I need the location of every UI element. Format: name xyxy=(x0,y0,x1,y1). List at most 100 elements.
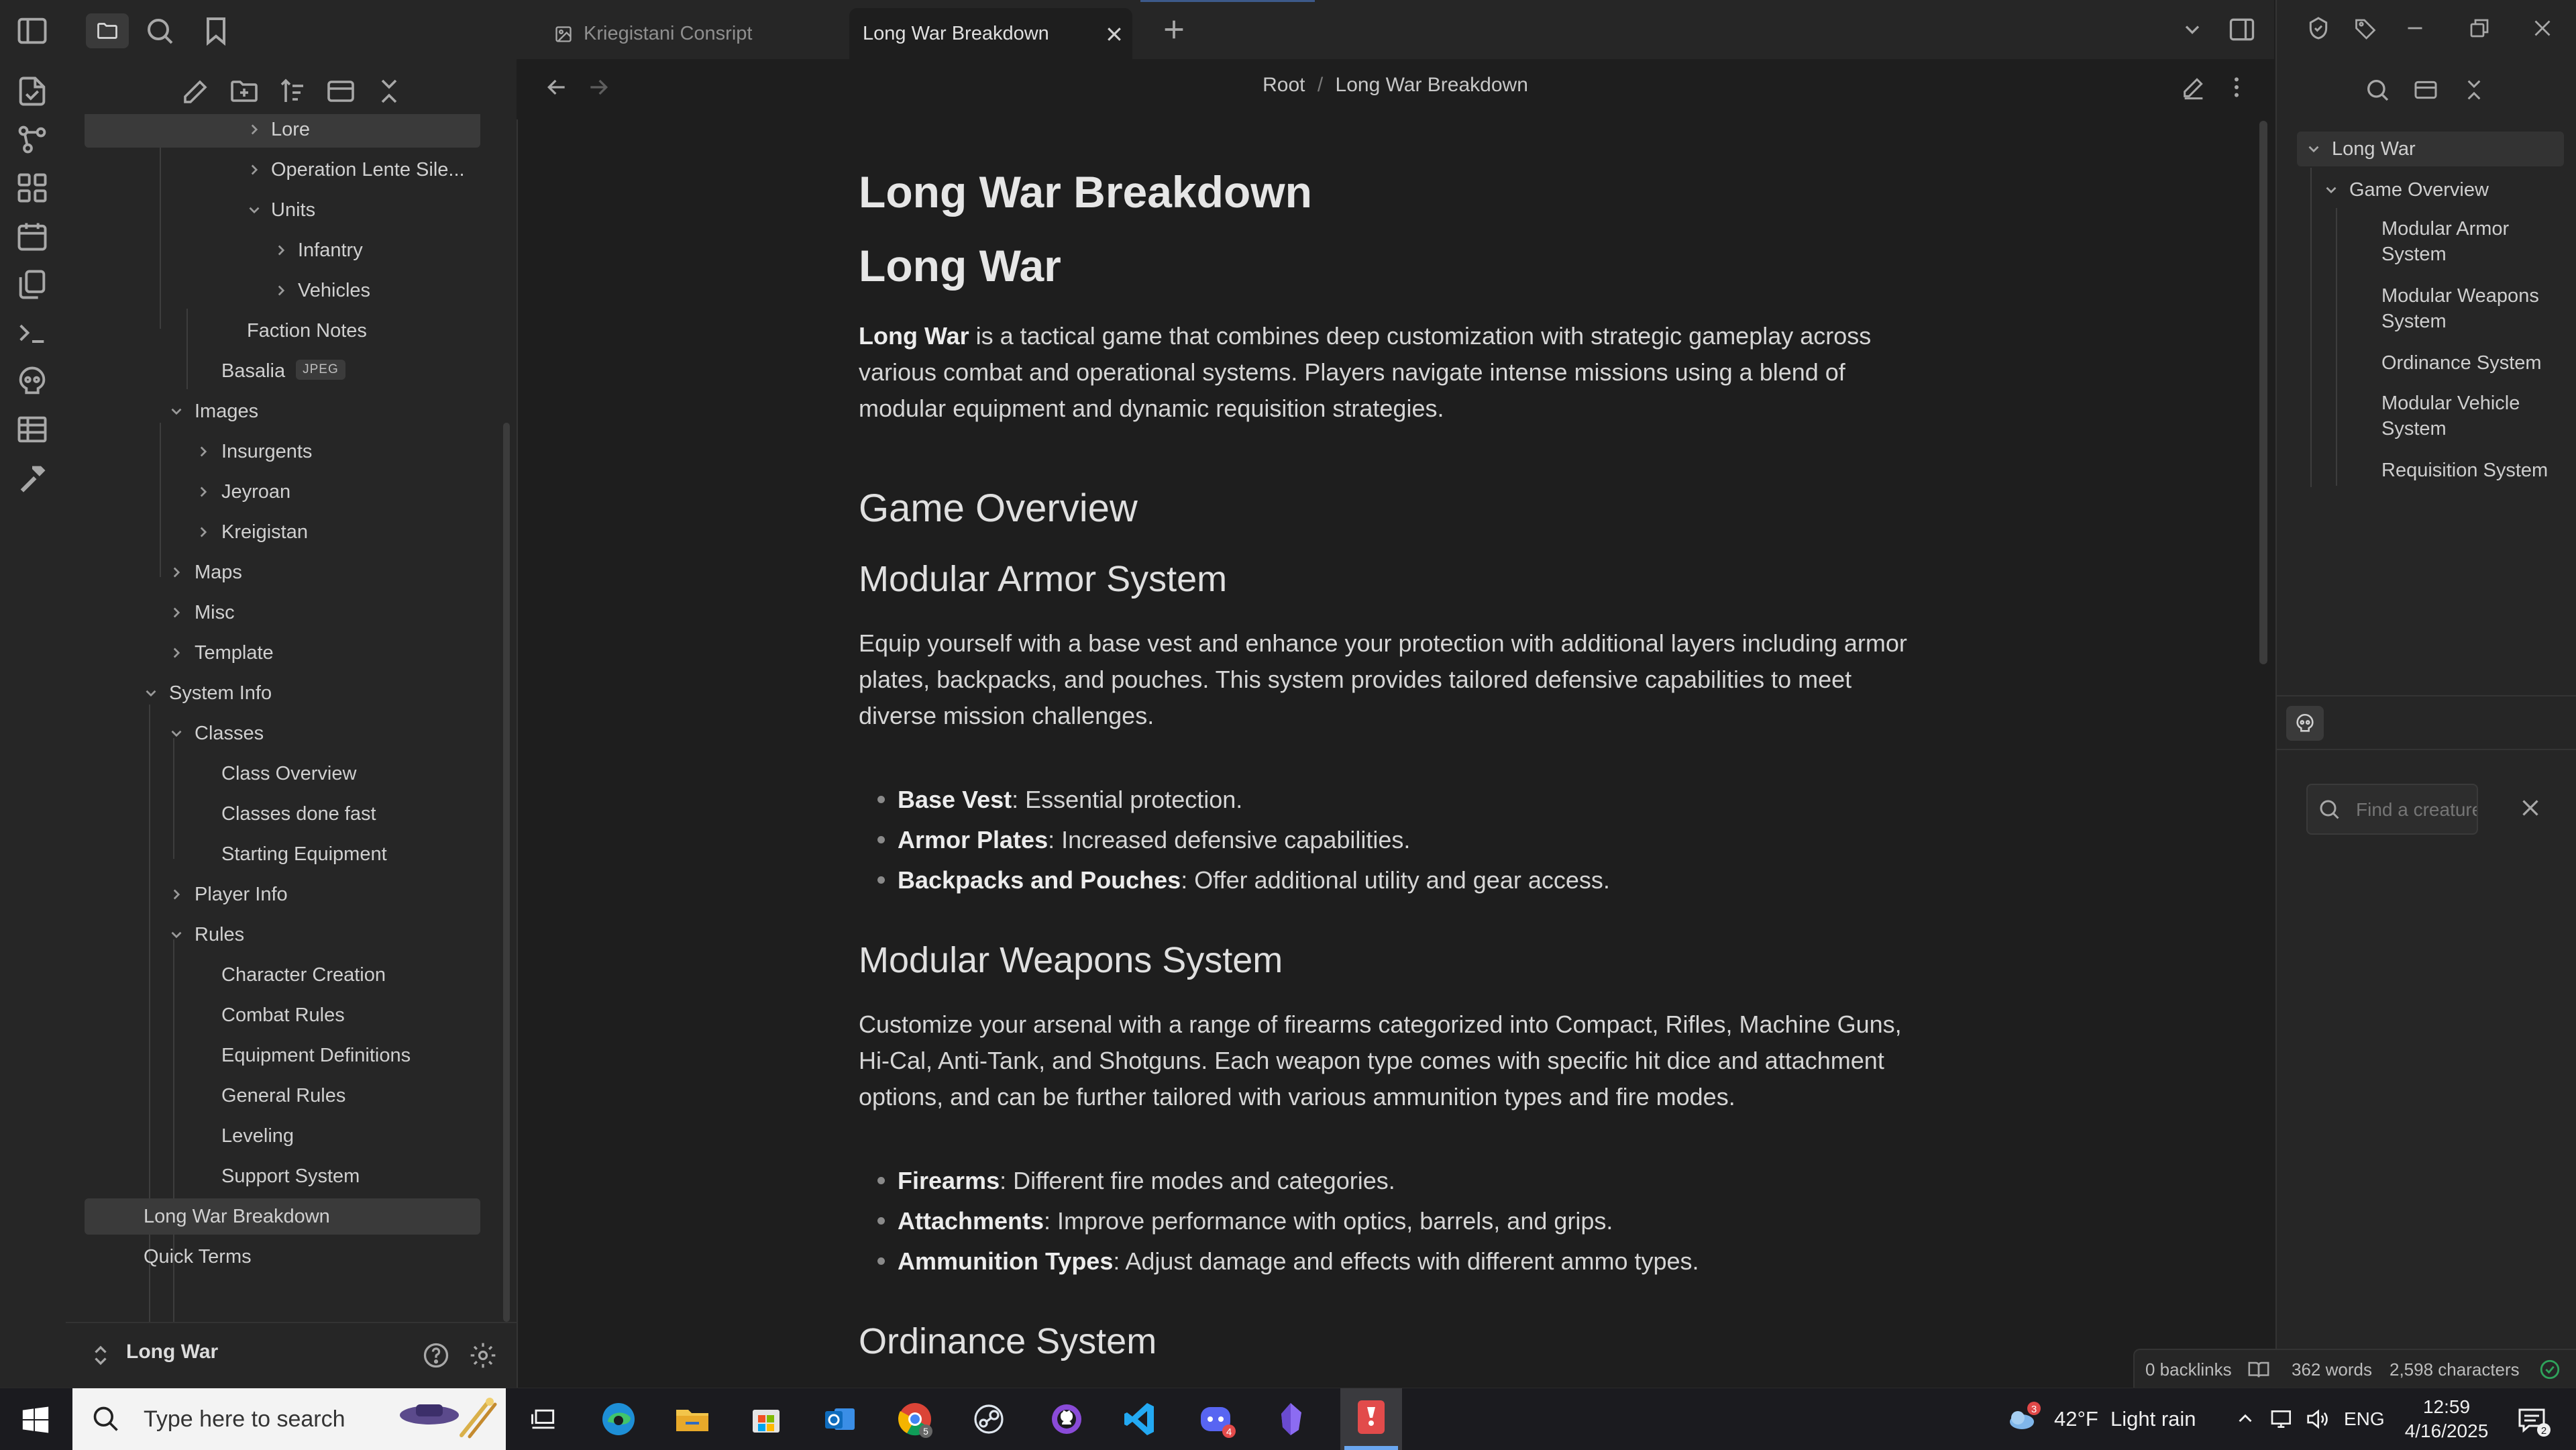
table-icon[interactable] xyxy=(15,412,50,447)
outline-item-game-overview[interactable]: Game Overview xyxy=(2322,173,2564,207)
chevron-up-icon[interactable] xyxy=(2234,1407,2257,1430)
outline-item-long-war[interactable]: Long War xyxy=(2297,132,2564,166)
close-window-icon[interactable] xyxy=(2530,16,2555,40)
tree-folder-operation[interactable]: Operation Lente Sile... xyxy=(85,152,480,188)
restore-icon[interactable] xyxy=(2467,16,2491,40)
tree-file-class-overview[interactable]: Class Overview xyxy=(85,756,480,792)
tree-folder-kreigistan[interactable]: Kreigistan xyxy=(85,514,480,550)
language-indicator[interactable]: ENG xyxy=(2344,1408,2385,1430)
creature-search-input[interactable] xyxy=(2306,784,2478,835)
tab-list-chevron-icon[interactable] xyxy=(2180,17,2204,42)
canvas-icon[interactable] xyxy=(15,170,50,205)
tag-icon[interactable] xyxy=(2353,16,2377,40)
taskbar-search-box[interactable]: Type here to search xyxy=(72,1388,506,1450)
vault-switcher[interactable]: Long War xyxy=(66,1322,517,1389)
tree-file-leveling[interactable]: Leveling xyxy=(85,1118,480,1154)
discord-icon[interactable]: 4 xyxy=(1193,1396,1238,1442)
sync-status-icon[interactable] xyxy=(2538,1358,2561,1381)
chrome-icon[interactable]: 5 xyxy=(892,1396,938,1442)
edge-browser-icon[interactable] xyxy=(596,1396,641,1442)
edit-pencil-icon[interactable] xyxy=(2180,74,2207,101)
notifications-icon[interactable]: 2 xyxy=(2514,1402,2552,1439)
panel-layout-icon[interactable] xyxy=(2412,76,2439,103)
tree-file-starting-equipment[interactable]: Starting Equipment xyxy=(85,836,480,872)
sort-icon[interactable] xyxy=(276,75,309,107)
network-icon[interactable] xyxy=(2269,1406,2296,1433)
tab-long-war-breakdown[interactable]: Long War Breakdown xyxy=(849,8,1132,59)
gear-icon[interactable] xyxy=(468,1341,498,1370)
weather-description[interactable]: Light rain xyxy=(2110,1407,2196,1431)
tab-kriegistani-consript[interactable]: Kriegistani Consript xyxy=(530,8,845,59)
tree-file-basalia[interactable]: Basalia JPEG xyxy=(85,353,480,389)
weather-temperature[interactable]: 42°F xyxy=(2054,1407,2098,1431)
help-icon[interactable] xyxy=(421,1341,451,1370)
vscode-icon[interactable] xyxy=(1118,1396,1163,1442)
sidebar-toggle-icon[interactable] xyxy=(15,13,50,48)
tree-folder-insurgents[interactable]: Insurgents xyxy=(85,433,480,470)
windows-start-icon[interactable] xyxy=(20,1404,51,1435)
task-view-icon[interactable] xyxy=(521,1396,566,1442)
tree-folder-jeyroan[interactable]: Jeyroan xyxy=(85,474,480,510)
tree-folder-misc[interactable]: Misc xyxy=(85,594,480,631)
creature-icon[interactable] xyxy=(2286,706,2324,741)
calendar-icon[interactable] xyxy=(15,219,50,254)
tree-folder-classes[interactable]: Classes xyxy=(85,715,480,752)
collapse-panel-icon[interactable] xyxy=(325,75,357,107)
creature-icon[interactable] xyxy=(15,364,50,399)
tree-folder-images[interactable]: Images xyxy=(85,393,480,429)
tree-folder-lore[interactable]: Lore xyxy=(85,114,480,148)
tree-file-long-war-breakdown[interactable]: Long War Breakdown xyxy=(85,1198,480,1235)
tree-file-combat-rules[interactable]: Combat Rules xyxy=(85,997,480,1033)
outline-item-requisition[interactable]: Requisition System xyxy=(2381,458,2548,483)
tree-file-equipment-definitions[interactable]: Equipment Definitions xyxy=(85,1037,480,1074)
search-icon[interactable] xyxy=(2364,76,2391,103)
weather-icon[interactable]: 3 xyxy=(2003,1399,2043,1439)
microsoft-store-icon[interactable] xyxy=(743,1396,789,1442)
outline-item-vehicle[interactable]: Modular Vehicle System xyxy=(2381,391,2520,442)
tree-file-classes-done-fast[interactable]: Classes done fast xyxy=(85,796,480,832)
templates-icon[interactable] xyxy=(15,267,50,302)
new-note-icon[interactable] xyxy=(180,75,212,107)
explorer-scrollbar[interactable] xyxy=(503,423,510,1322)
tree-folder-template[interactable]: Template xyxy=(85,635,480,671)
backlinks-count[interactable]: 0 backlinks xyxy=(2145,1359,2232,1380)
outlook-icon[interactable] xyxy=(817,1396,863,1442)
tree-file-support-system[interactable]: Support System xyxy=(85,1158,480,1194)
tree-folder-player-info[interactable]: Player Info xyxy=(85,876,480,913)
creature-search-field[interactable] xyxy=(2355,794,2477,825)
tree-folder-units[interactable]: Units xyxy=(85,192,480,228)
new-tab-icon[interactable] xyxy=(1161,16,1187,43)
content-scrollbar[interactable] xyxy=(2259,121,2267,664)
volume-icon[interactable] xyxy=(2304,1406,2330,1433)
search-icon[interactable] xyxy=(144,15,176,47)
close-tab-icon[interactable] xyxy=(1104,24,1124,44)
breadcrumb-current[interactable]: Long War Breakdown xyxy=(1336,74,1528,96)
sync-icon[interactable] xyxy=(2305,15,2332,42)
collapse-all-icon[interactable] xyxy=(2461,76,2487,103)
hammer-icon[interactable] xyxy=(15,460,50,495)
file-explorer-icon[interactable] xyxy=(669,1396,715,1442)
tree-folder-rules[interactable]: Rules xyxy=(85,917,480,953)
tree-file-general-rules[interactable]: General Rules xyxy=(85,1078,480,1114)
tree-folder-infantry[interactable]: Infantry xyxy=(85,232,480,268)
graph-view-icon[interactable] xyxy=(15,122,50,157)
outline-item-armor[interactable]: Modular Armor System xyxy=(2381,216,2509,267)
tree-file-quick-terms[interactable]: Quick Terms xyxy=(85,1239,480,1275)
tree-folder-system-info[interactable]: System Info xyxy=(85,675,480,711)
tree-folder-maps[interactable]: Maps xyxy=(85,554,480,590)
close-icon[interactable] xyxy=(2518,796,2542,820)
github-desktop-icon[interactable] xyxy=(1044,1396,1089,1442)
reading-mode-icon[interactable] xyxy=(2247,1358,2270,1381)
tree-file-faction-notes[interactable]: Faction Notes xyxy=(85,313,480,349)
minimize-icon[interactable] xyxy=(2403,16,2427,40)
collapse-all-icon[interactable] xyxy=(373,75,405,107)
more-options-icon[interactable] xyxy=(2223,74,2250,101)
tree-file-character-creation[interactable]: Character Creation xyxy=(85,957,480,993)
new-folder-icon[interactable] xyxy=(228,75,260,107)
steam-icon[interactable] xyxy=(966,1396,1012,1442)
open-quick-switcher-icon[interactable] xyxy=(15,74,50,109)
clock[interactable]: 12:59 4/16/2025 xyxy=(2396,1395,2497,1443)
tree-folder-vehicles[interactable]: Vehicles xyxy=(85,272,480,309)
right-sidebar-toggle-icon[interactable] xyxy=(2227,15,2257,44)
folder-icon[interactable] xyxy=(86,13,129,48)
